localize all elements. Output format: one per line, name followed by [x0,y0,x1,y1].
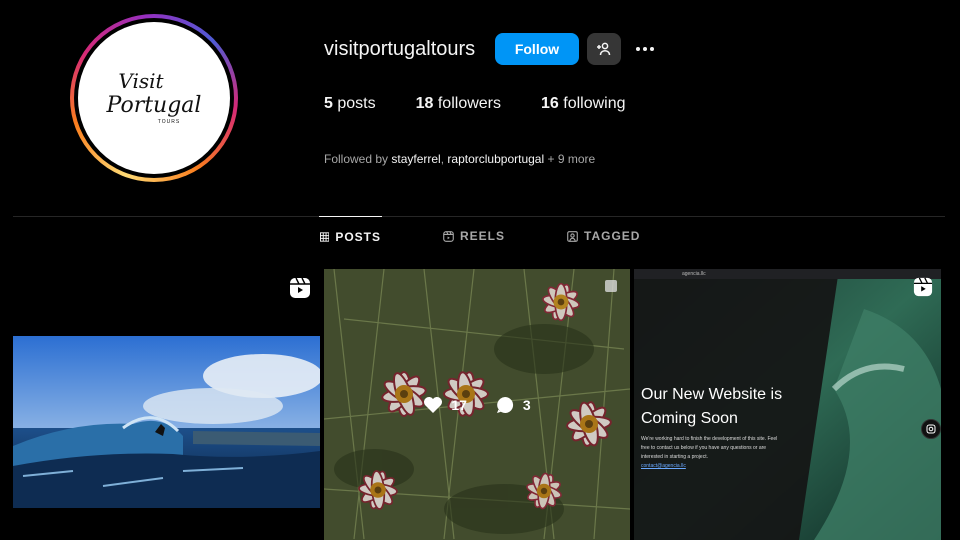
following-label: following [563,95,626,112]
followed-by-prefix: Followed by [324,152,389,166]
comment-icon [496,396,514,413]
tab-reels[interactable]: REELS [442,216,506,256]
posts-label: posts [337,95,376,112]
more-options-button[interactable] [632,38,658,60]
dot [636,47,640,51]
followed-by-more[interactable]: + 9 more [548,152,596,166]
following-count: 16 [541,95,559,112]
tab-posts[interactable]: POSTS [319,216,382,256]
profile-avatar-ring[interactable]: Visit Portugal TOURS [70,14,238,182]
reel-icon [913,277,933,297]
tab-tagged-label: TAGGED [584,229,641,243]
grid-icon [320,231,330,242]
website-title: Our New Website is Coming Soon [641,386,783,427]
logo-visit-text: Visit [118,69,164,93]
followed-by-separator: , [440,152,445,166]
browser-url: agencia.llc [682,271,706,277]
post-tile-1[interactable] [13,269,320,540]
profile-username[interactable]: visitportugaltours [324,38,475,61]
posts-stat: 5 posts [324,95,376,113]
reel-icon [290,277,310,298]
browser-bar: agencia.llc [634,269,941,279]
instagram-icon [921,419,941,439]
avatar-gap: Visit Portugal TOURS [74,18,234,178]
reels-icon [443,230,454,242]
instagram-glyph [926,424,936,434]
tagged-icon [567,230,578,242]
posts-count: 5 [324,95,333,112]
website-body: We're working hard to finish the develop… [641,435,781,471]
comments-count: 3 [522,396,531,413]
add-person-icon [597,42,611,56]
follower-user-1[interactable]: stayferrel [391,152,440,166]
tab-reels-label: REELS [460,229,506,243]
comments-metric: 3 [495,395,531,415]
followers-label: followers [437,95,501,112]
followers-stat[interactable]: 18 followers [416,95,501,113]
follower-user-2[interactable]: raptorclubportugal [447,152,544,166]
post-tile-2[interactable]: 17 3 [324,269,630,540]
profile-stats: 5 posts 18 followers 16 following [324,95,666,113]
follow-button[interactable]: Follow [495,33,579,65]
website-body-text: We're working hard to finish the develop… [641,436,778,460]
surf-photo [13,336,320,508]
post-hover-stats: 17 3 [324,269,630,540]
likes-count: 17 [451,396,467,413]
dot [643,47,647,51]
profile-tabs: POSTS REELS TAGGED [319,216,641,256]
likes-metric: 17 [423,396,467,414]
avatar: Visit Portugal TOURS [78,22,230,174]
followers-count: 18 [415,95,434,112]
post-tile-3[interactable]: agencia.llc Our New Website is Coming So… [634,269,941,540]
logo-tours-text: TOURS [157,119,181,125]
tab-tagged[interactable]: TAGGED [566,216,641,256]
suggested-accounts-button[interactable] [587,33,621,65]
followed-by-text[interactable]: Followed by stayferrel, raptorclubportug… [324,152,595,166]
dot [650,47,654,51]
website-contact-link: contact@agencia.llc [641,463,686,469]
heart-icon [424,396,443,413]
following-stat[interactable]: 16 following [541,95,626,113]
logo-portugal-text: Portugal [106,93,202,118]
tab-posts-label: POSTS [335,229,381,244]
